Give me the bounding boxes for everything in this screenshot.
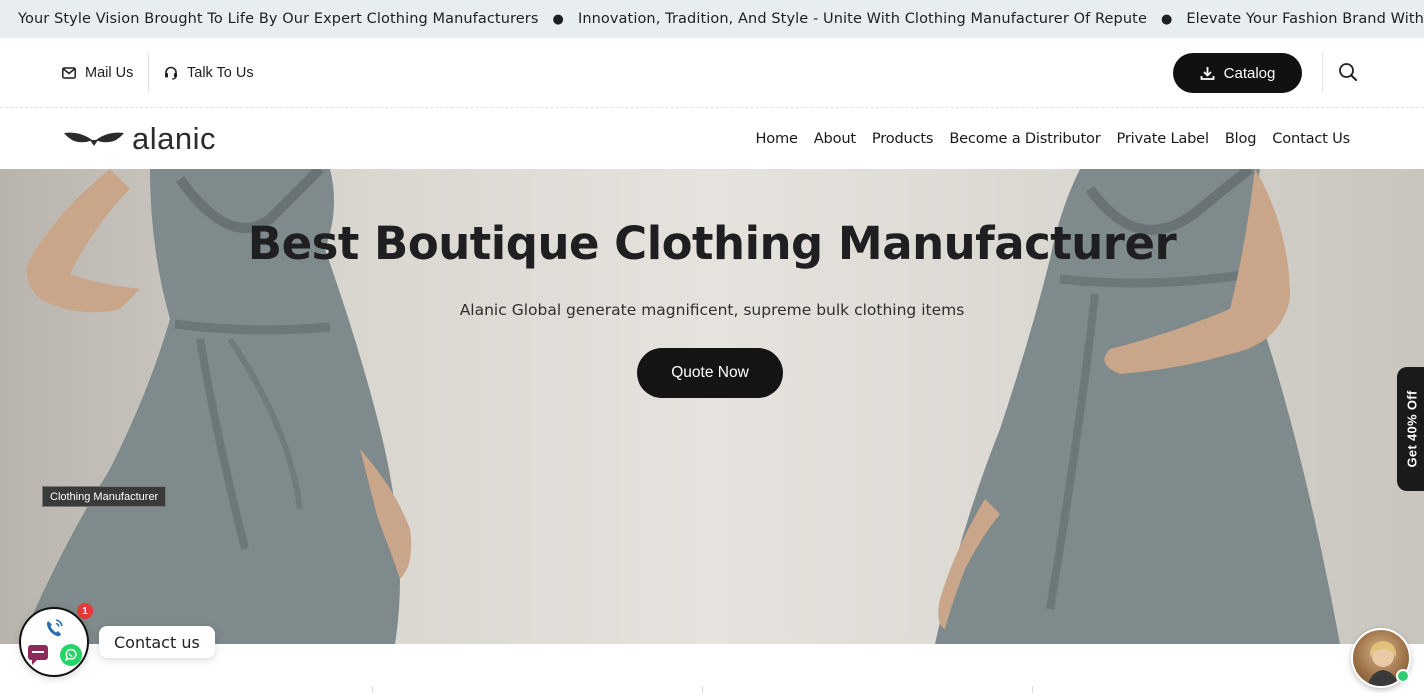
- ticker-item: Elevate Your Fashion Brand With Tr: [1186, 11, 1424, 27]
- contact-widget-button[interactable]: [19, 607, 89, 677]
- search-icon: [1338, 62, 1358, 87]
- utility-bar: Mail Us Talk To Us Catalog: [0, 38, 1424, 108]
- online-status-indicator: [1396, 669, 1410, 683]
- mail-us-link[interactable]: Mail Us: [62, 38, 133, 108]
- search-button[interactable]: [1336, 62, 1360, 86]
- divider: [148, 53, 149, 93]
- mail-icon: [62, 67, 76, 79]
- discount-side-tab[interactable]: Get 40% Off: [1397, 367, 1424, 491]
- main-navigation: alanic Home About Products Become a Dist…: [0, 108, 1424, 169]
- discount-label: Get 40% Off: [1404, 390, 1420, 468]
- whatsapp-icon: [60, 644, 82, 666]
- notification-badge: 1: [77, 603, 93, 619]
- nav-contact-us[interactable]: Contact Us: [1272, 130, 1350, 147]
- divider: [1322, 53, 1323, 93]
- headset-icon: [164, 66, 178, 80]
- quote-now-button[interactable]: Quote Now: [637, 348, 783, 398]
- nav-private-label[interactable]: Private Label: [1117, 130, 1209, 147]
- hero-subtitle: Alanic Global generate magnificent, supr…: [459, 301, 965, 319]
- nav-about[interactable]: About: [814, 130, 856, 147]
- column-divider: [372, 686, 373, 693]
- talk-to-us-link[interactable]: Talk To Us: [164, 38, 254, 108]
- column-divider: [1032, 686, 1033, 693]
- logo[interactable]: alanic: [62, 121, 216, 156]
- ticker-item: Your Style Vision Brought To Life By Our…: [18, 11, 539, 27]
- download-icon: [1200, 66, 1215, 81]
- announcement-ticker: Your Style Vision Brought To Life By Our…: [0, 0, 1424, 38]
- nav-links: Home About Products Become a Distributor…: [739, 108, 1350, 169]
- phone-icon: [42, 616, 66, 640]
- ticker-separator: ●: [552, 11, 564, 27]
- mail-us-label: Mail Us: [85, 65, 134, 81]
- talk-to-us-label: Talk To Us: [187, 65, 254, 81]
- logo-wordmark: alanic: [132, 121, 216, 156]
- nav-home[interactable]: Home: [755, 130, 798, 147]
- chat-icon: [28, 645, 48, 665]
- nav-products[interactable]: Products: [872, 130, 934, 147]
- hero-banner: Best Boutique Clothing Manufacturer Alan…: [0, 169, 1424, 644]
- ticker-track: Your Style Vision Brought To Life By Our…: [18, 0, 1424, 38]
- column-divider: [702, 686, 703, 693]
- nav-blog[interactable]: Blog: [1225, 130, 1257, 147]
- hero-title: Best Boutique Clothing Manufacturer: [247, 217, 1177, 270]
- catalog-button[interactable]: Catalog: [1173, 53, 1302, 93]
- logo-wings-icon: [64, 132, 124, 146]
- nav-become-distributor[interactable]: Become a Distributor: [949, 130, 1100, 147]
- catalog-label: Catalog: [1223, 64, 1276, 82]
- contact-us-label[interactable]: Contact us: [99, 626, 215, 658]
- ticker-item: Innovation, Tradition, And Style - Unite…: [577, 11, 1147, 27]
- ticker-separator: ●: [1160, 11, 1173, 27]
- image-alt-tooltip: Clothing Manufacturer: [42, 486, 167, 507]
